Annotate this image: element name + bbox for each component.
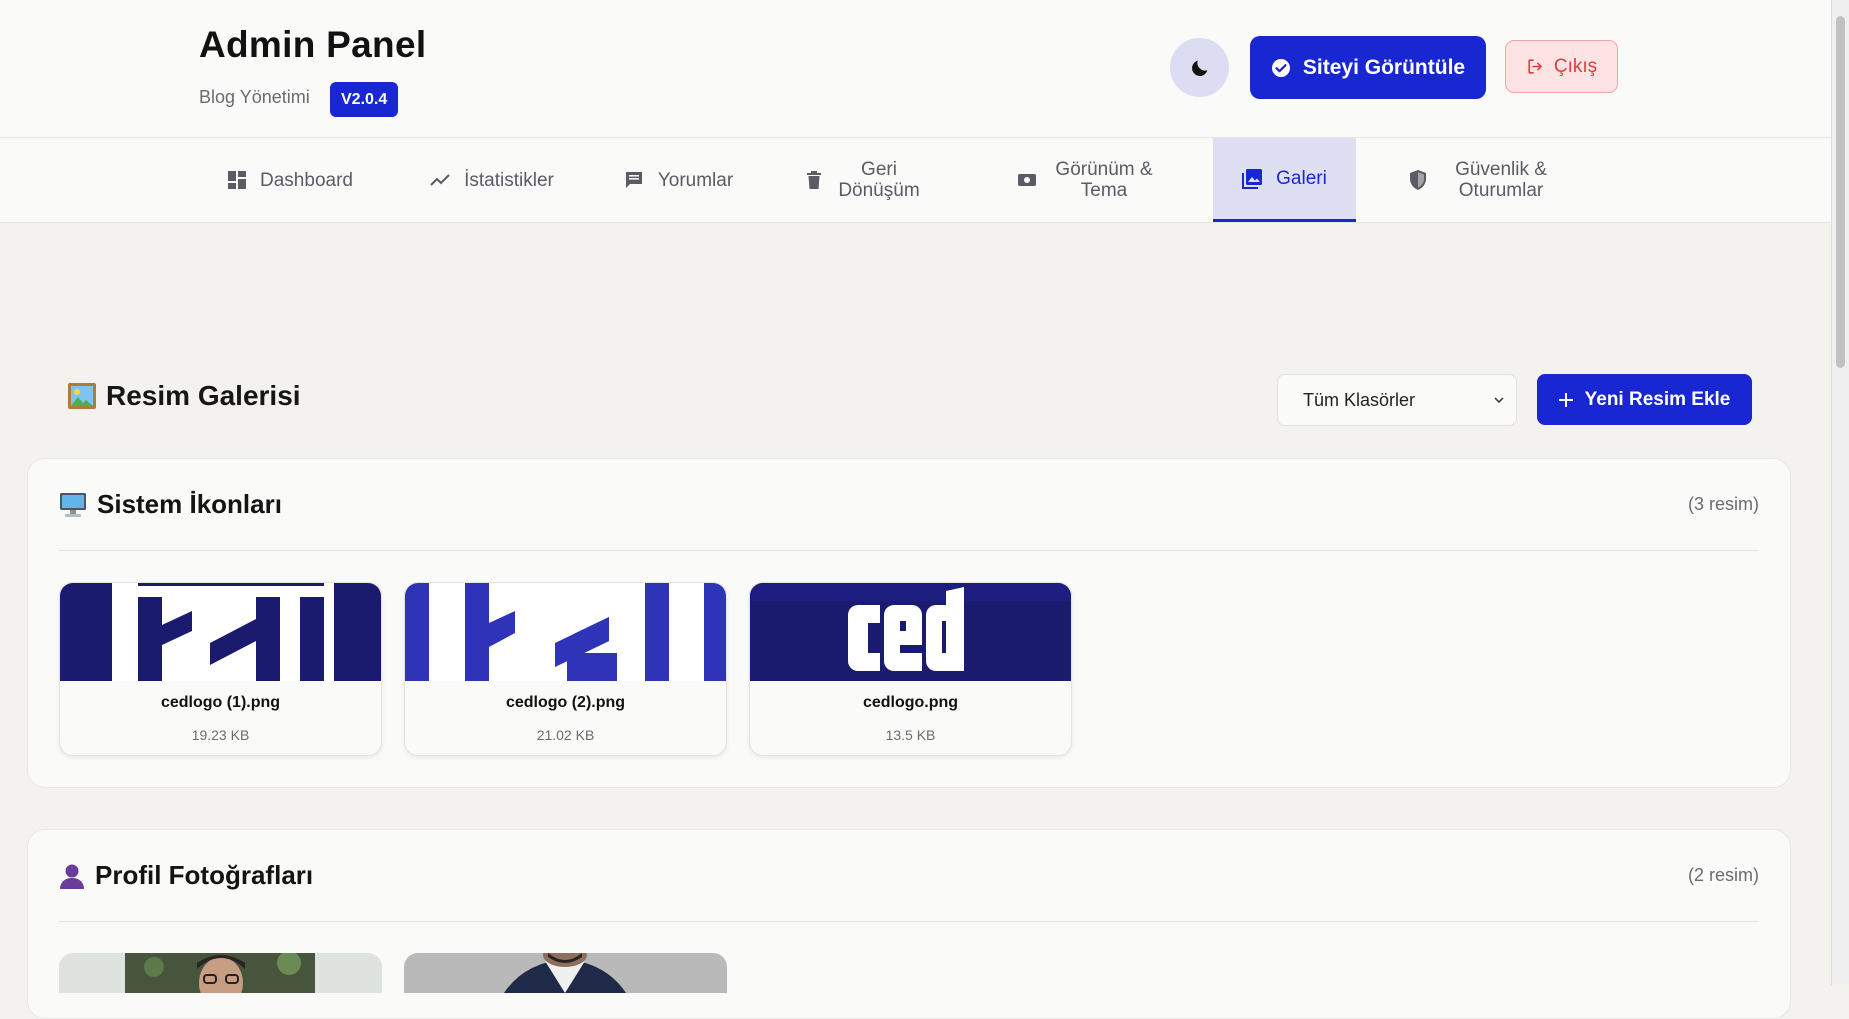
- image-size: 19.23 KB: [191, 727, 250, 743]
- trending-chart-icon: [430, 174, 450, 186]
- theme-toggle-button[interactable]: [1170, 38, 1229, 97]
- nav-label: İstatistikler: [464, 169, 554, 191]
- image-card[interactable]: cedlogo.png 13.5 KB: [749, 582, 1072, 756]
- folder-title: Profil Fotoğrafları: [59, 860, 1688, 891]
- image-thumbnail: [405, 583, 726, 681]
- folder-section-profile-photos: Profil Fotoğrafları (2 resim): [27, 829, 1791, 1019]
- main-nav: Dashboard İstatistikler Yorumlar Geri Dö…: [0, 138, 1831, 223]
- version-badge: V2.0.4: [330, 82, 399, 117]
- app-subtitle: Blog Yönetimi: [199, 87, 310, 107]
- check-circle-icon: [1271, 58, 1290, 77]
- folder-image-count: (2 resim): [1688, 865, 1759, 885]
- folder-title-text: Profil Fotoğrafları: [95, 860, 314, 890]
- nav-item-security[interactable]: Güvenlik & Oturumlar: [1388, 138, 1582, 222]
- image-thumbnail[interactable]: [404, 953, 727, 993]
- nav-item-recycle-bin[interactable]: Geri Dönüşüm: [790, 138, 940, 222]
- desktop-computer-icon: [60, 492, 86, 517]
- image-size: 21.02 KB: [536, 727, 595, 743]
- image-name: cedlogo (1).png: [160, 694, 281, 711]
- gallery-icon: [1242, 168, 1263, 189]
- nav-item-statistics[interactable]: İstatistikler: [408, 138, 576, 222]
- add-image-button[interactable]: Yeni Resim Ekle: [1537, 374, 1752, 425]
- nav-item-comments[interactable]: Yorumlar: [610, 138, 747, 222]
- image-name: cedlogo.png: [862, 694, 959, 711]
- image-thumbnail[interactable]: [59, 953, 382, 993]
- nav-label: Dashboard: [260, 169, 353, 191]
- image-thumbnail: [750, 583, 1071, 681]
- logout-label: Çıkış: [1553, 55, 1598, 77]
- shield-icon: [1410, 170, 1426, 190]
- moon-icon: [1191, 60, 1207, 76]
- folder-image-count: (3 resim): [1688, 494, 1759, 514]
- theme-icon: [1018, 174, 1036, 186]
- folder-section-system-icons: Sistem İkonları (3 resim) cedlogo (1).pn…: [27, 458, 1791, 788]
- bust-silhouette-icon: [60, 864, 84, 889]
- nav-item-appearance[interactable]: Görünüm & Tema: [1000, 138, 1176, 222]
- view-site-label: Siteyi Görüntüle: [1302, 55, 1466, 79]
- logout-icon: [1528, 59, 1542, 74]
- plus-icon: [1558, 392, 1573, 407]
- nav-label: Galeri: [1276, 168, 1327, 189]
- framed-picture-icon: [68, 383, 96, 409]
- chevron-down-icon: [1494, 397, 1504, 403]
- folder-title-text: Sistem İkonları: [97, 489, 282, 519]
- dashboard-icon: [228, 171, 247, 189]
- page-scrollbar[interactable]: [1831, 0, 1849, 985]
- nav-label: Geri Dönüşüm: [838, 159, 920, 201]
- scrollbar-thumb[interactable]: [1836, 16, 1845, 368]
- nav-label: Güvenlik & Oturumlar: [1455, 159, 1547, 201]
- image-thumbnail: [60, 583, 381, 681]
- app-title: Admin Panel: [199, 24, 427, 65]
- nav-item-dashboard[interactable]: Dashboard: [211, 138, 370, 222]
- trash-icon: [807, 171, 821, 189]
- nav-label: Yorumlar: [657, 169, 734, 191]
- top-header: Admin Panel Blog Yönetimi V2.0.4 Siteyi …: [0, 0, 1831, 138]
- comment-icon: [625, 172, 642, 188]
- image-size: 13.5 KB: [885, 727, 936, 743]
- folder-filter-value: Tüm Klasörler: [1303, 389, 1416, 410]
- folder-filter-select[interactable]: Tüm Klasörler: [1277, 374, 1517, 426]
- image-card[interactable]: cedlogo (1).png 19.23 KB: [59, 582, 382, 756]
- gallery-title: Resim Galerisi: [106, 380, 301, 411]
- image-card[interactable]: cedlogo (2).png 21.02 KB: [404, 582, 727, 756]
- folder-title: Sistem İkonları: [59, 489, 1688, 520]
- add-image-label: Yeni Resim Ekle: [1584, 388, 1731, 410]
- folder-header: Profil Fotoğrafları (2 resim): [59, 830, 1759, 922]
- logout-button[interactable]: Çıkış: [1505, 40, 1618, 93]
- gallery-heading: Resim Galerisi: [68, 380, 301, 412]
- image-name: cedlogo (2).png: [505, 694, 626, 711]
- nav-label: Görünüm & Tema: [1055, 159, 1153, 201]
- view-site-button[interactable]: Siteyi Görüntüle: [1250, 36, 1486, 99]
- folder-header: Sistem İkonları (3 resim): [59, 459, 1759, 551]
- nav-item-gallery[interactable]: Galeri: [1213, 138, 1356, 222]
